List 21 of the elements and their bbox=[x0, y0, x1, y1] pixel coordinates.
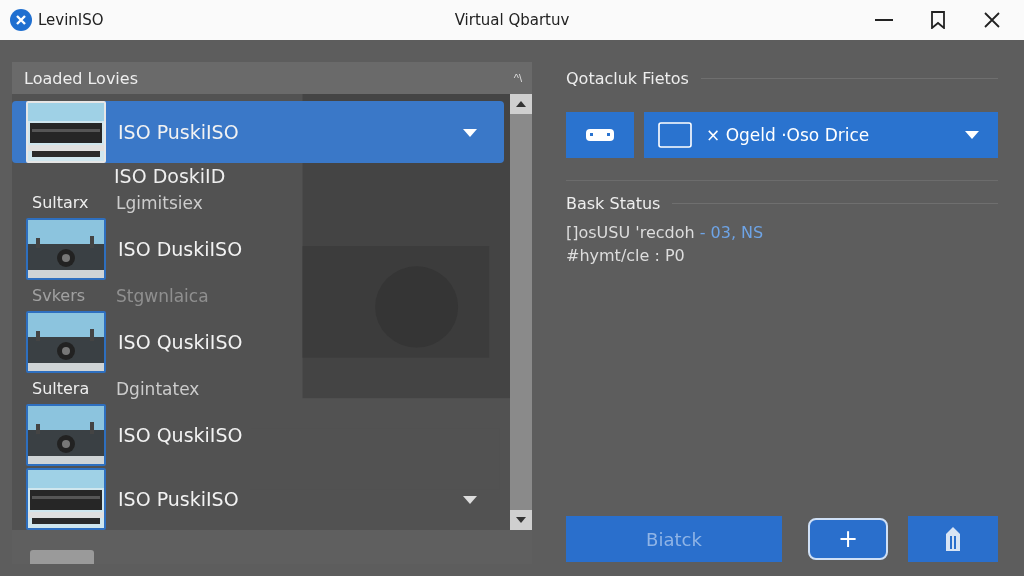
thumbnail-tab[interactable] bbox=[30, 550, 94, 564]
drive-icon bbox=[585, 128, 615, 142]
drive-dropdown[interactable]: × Ogeld ·Oso Drice bbox=[644, 112, 998, 158]
status-line: #hymt/cle : P0 bbox=[566, 246, 686, 265]
scroll-up-icon[interactable] bbox=[510, 94, 532, 114]
section-title: Bask Status bbox=[566, 193, 661, 213]
drive-button[interactable] bbox=[566, 112, 634, 158]
caret-icon bbox=[964, 130, 980, 140]
scroll-down-icon[interactable] bbox=[510, 510, 532, 530]
section-title: Qotacluk Fietos bbox=[566, 68, 689, 88]
collapse-button[interactable]: ^\ bbox=[513, 72, 522, 84]
scrollbar[interactable] bbox=[510, 94, 532, 530]
trash-icon bbox=[944, 526, 962, 552]
app-name: LevinISO bbox=[38, 11, 104, 29]
panel-title: Loaded Lovies bbox=[24, 68, 138, 88]
delete-button[interactable] bbox=[908, 516, 998, 562]
app-logo-icon bbox=[10, 9, 32, 31]
status-line: []osUSU 'recdoh - 03, NS bbox=[566, 223, 765, 242]
add-button[interactable]: + bbox=[808, 518, 888, 560]
square-icon bbox=[658, 122, 692, 148]
window-title: Virtual Qbartuv bbox=[454, 11, 570, 29]
